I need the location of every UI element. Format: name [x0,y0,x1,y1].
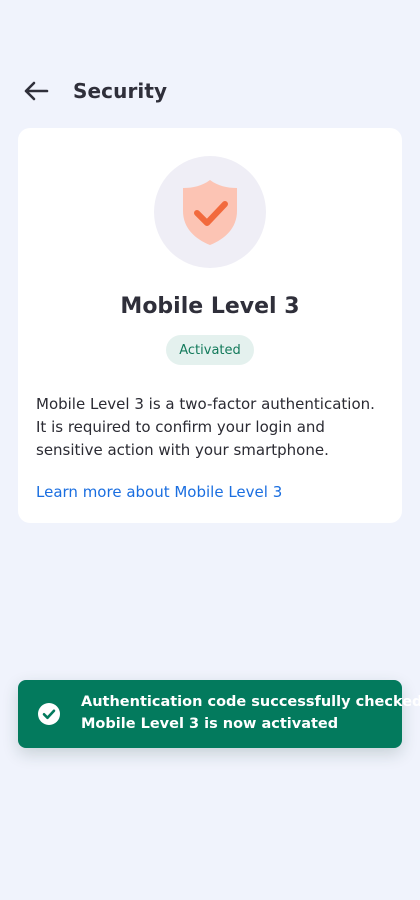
toast-line-1: Authentication code successfully checked… [81,694,420,710]
toast-message: Authentication code successfully checked… [81,691,420,735]
arrow-left-icon [24,81,49,101]
mobile-level-card: Mobile Level 3 Activated Mobile Level 3 … [18,128,402,523]
status-badge: Activated [166,335,254,365]
toast-line-2: Mobile Level 3 is now activated [81,716,339,732]
check-circle-icon [38,703,60,725]
level-title: Mobile Level 3 [120,294,300,319]
learn-more-link[interactable]: Learn more about Mobile Level 3 [36,483,282,501]
page-title: Security [73,79,168,103]
success-toast: Authentication code successfully checked… [18,680,420,748]
shield-illustration [154,156,266,268]
top-bar: Security [0,70,420,112]
back-button[interactable] [20,75,52,107]
level-description: Mobile Level 3 is a two-factor authentic… [36,395,375,459]
shield-check-icon [183,180,237,245]
